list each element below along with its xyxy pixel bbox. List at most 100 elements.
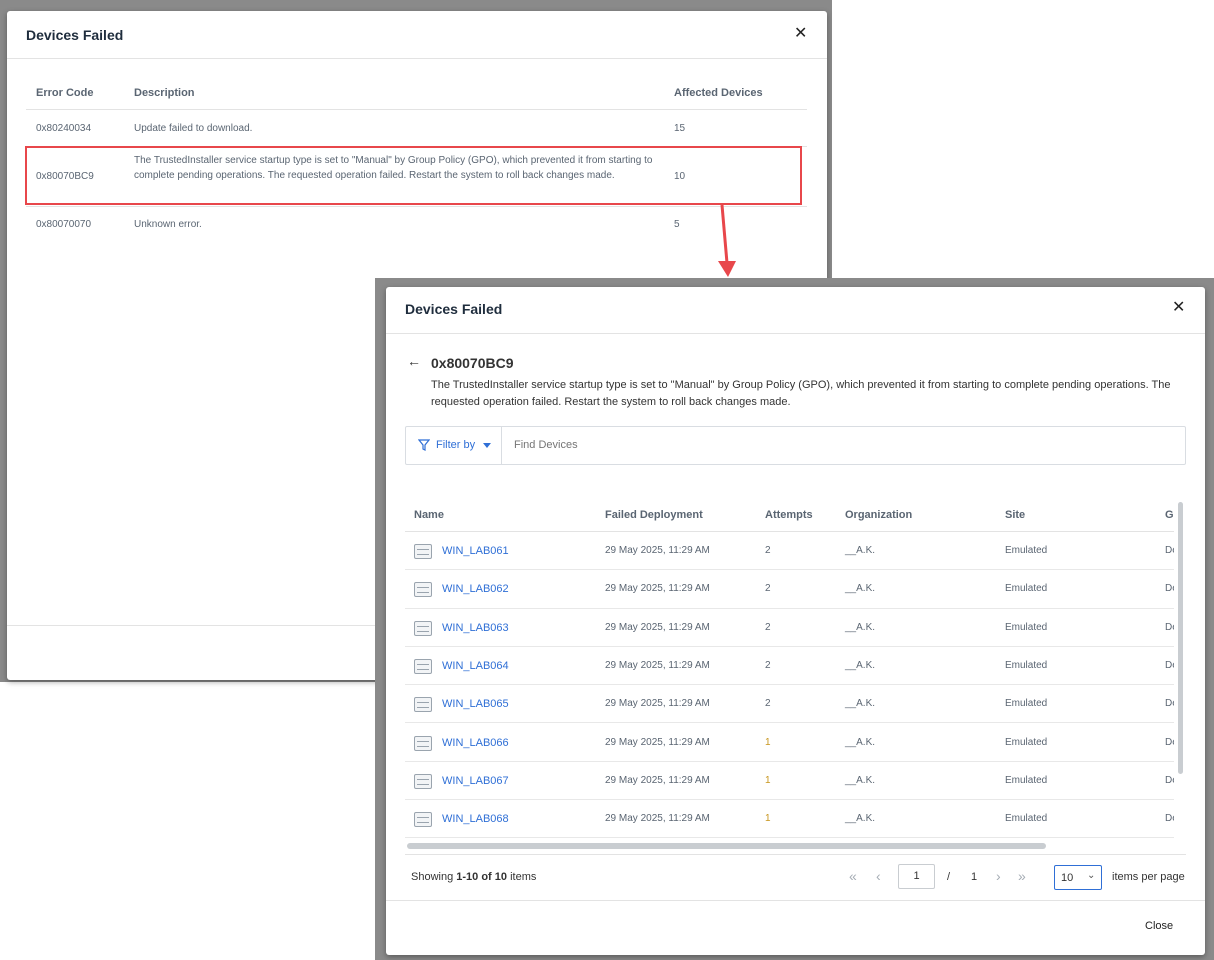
device-icon	[414, 620, 432, 636]
site-name: Emulated	[1005, 621, 1048, 633]
site-name: Emulated	[1005, 545, 1048, 556]
horizontal-scrollbar[interactable]	[407, 843, 1046, 849]
organization-name: __A.K.	[845, 583, 876, 595]
failed-deployment-date: 29 May 2025, 11:29 AM	[605, 813, 710, 825]
red-arrow-annotation	[718, 204, 736, 277]
device-name-link[interactable]: WIN_LAB061	[442, 545, 509, 557]
divider	[7, 58, 827, 59]
device-name-link[interactable]: WIN_LAB066	[442, 737, 509, 749]
next-page-icon[interactable]: ›	[996, 868, 1001, 884]
filter-by-label: Filter by	[436, 439, 476, 451]
failed-deployment-date: 29 May 2025, 11:29 AM	[605, 698, 710, 710]
filter-icon	[418, 439, 430, 451]
device-name-link[interactable]: WIN_LAB068	[442, 813, 509, 825]
error-description: Unknown error.	[134, 219, 202, 230]
table-row[interactable]: WIN_LAB068 29 May 2025, 11:29 AM 1 __A.K. Em…	[405, 800, 1174, 839]
column-header-attempts[interactable]: Attempts	[765, 509, 813, 521]
column-header-name[interactable]: Name	[414, 509, 444, 521]
table-row[interactable]: WIN_LAB065 29 May 2025, 11:29 AM 2 __A.K. Em…	[405, 685, 1174, 724]
total-pages: 1	[971, 871, 978, 883]
failed-deployment-date: 29 May 2025, 11:29 AM	[605, 621, 710, 633]
column-header-organization[interactable]: Organization	[845, 509, 912, 521]
divider	[386, 333, 1205, 334]
page-number-input[interactable]: 1	[898, 864, 935, 889]
column-header-failed-deployment[interactable]: Failed Deployment	[605, 509, 703, 521]
failed-deployment-date: 29 May 2025, 11:29 AM	[605, 774, 710, 786]
organization-name: __A.K.	[845, 659, 876, 671]
affected-devices-count: 15	[674, 123, 686, 134]
filter-by-button[interactable]: Filter by	[406, 427, 502, 464]
items-per-page-select[interactable]: 10 ⌄	[1054, 865, 1102, 890]
group-name: De	[1165, 774, 1174, 786]
error-code-heading: 0x80070BC9	[431, 355, 514, 371]
attempts-count: 2	[765, 545, 771, 556]
group-name: De	[1165, 659, 1174, 671]
organization-name: __A.K.	[845, 621, 876, 633]
device-icon	[414, 544, 432, 559]
error-code: 0x80240034	[36, 123, 92, 134]
failed-deployment-date: 29 May 2025, 11:29 AM	[605, 545, 710, 556]
device-icon	[414, 812, 432, 828]
group-name: De	[1165, 583, 1174, 595]
error-description: The TrustedInstaller service startup typ…	[431, 379, 1171, 408]
devices-failed-dialog-details: Devices Failed ✕ ← 0x80070BC9 The Truste…	[386, 287, 1205, 955]
vertical-scrollbar[interactable]	[1178, 502, 1183, 774]
close-icon[interactable]: ✕	[1172, 300, 1185, 316]
group-name: De	[1165, 813, 1174, 825]
organization-name: __A.K.	[845, 698, 876, 710]
failed-deployment-date: 29 May 2025, 11:29 AM	[605, 659, 710, 671]
device-icon	[414, 658, 432, 674]
site-name: Emulated	[1005, 659, 1048, 671]
error-description: Update failed to download.	[134, 123, 253, 134]
device-name-link[interactable]: WIN_LAB067	[442, 775, 509, 787]
device-name-link[interactable]: WIN_LAB064	[442, 660, 509, 672]
highlight-box	[25, 146, 802, 205]
group-name: De	[1165, 545, 1174, 556]
organization-name: __A.K.	[845, 813, 876, 825]
table-row[interactable]: WIN_LAB066 29 May 2025, 11:29 AM 1 __A.K. Em…	[405, 724, 1174, 762]
table-row[interactable]: WIN_LAB062 29 May 2025, 11:29 AM 2 __A.K. Em…	[405, 570, 1174, 609]
table-row[interactable]: WIN_LAB067 29 May 2025, 11:29 AM 1 __A.K. Em…	[405, 762, 1174, 801]
showing-count: Showing 1-10 of 10 items	[411, 871, 537, 883]
first-page-icon[interactable]: «	[849, 868, 857, 884]
attempts-count: 1	[765, 736, 771, 748]
table-row[interactable]: WIN_LAB064 29 May 2025, 11:29 AM 2 __A.K. Em…	[405, 647, 1174, 686]
site-name: Emulated	[1005, 583, 1048, 595]
device-icon	[414, 735, 432, 751]
items-per-page-label: items per page	[1112, 871, 1185, 883]
site-name: Emulated	[1005, 698, 1048, 710]
column-header-error-code[interactable]: Error Code	[36, 87, 93, 99]
site-name: Emulated	[1005, 736, 1048, 748]
attempts-count: 2	[765, 583, 771, 595]
caret-down-icon	[483, 443, 491, 448]
prev-page-icon[interactable]: ‹	[876, 868, 881, 884]
footer-divider	[386, 900, 1205, 901]
column-header-site[interactable]: Site	[1005, 509, 1025, 521]
device-name-link[interactable]: WIN_LAB063	[442, 622, 509, 634]
close-icon[interactable]: ✕	[794, 26, 807, 42]
device-icon	[414, 773, 432, 789]
column-header-group[interactable]: Gr	[1165, 509, 1174, 521]
affected-devices-count: 5	[674, 219, 680, 230]
column-header-affected-devices[interactable]: Affected Devices	[674, 87, 763, 99]
organization-name: __A.K.	[845, 774, 876, 786]
table-row[interactable]: WIN_LAB063 29 May 2025, 11:29 AM 2 __A.K. Em…	[405, 609, 1174, 647]
find-devices-input[interactable]	[506, 432, 1176, 458]
last-page-icon[interactable]: »	[1018, 868, 1026, 884]
back-arrow-icon[interactable]: ←	[407, 353, 421, 369]
close-button[interactable]: Close	[1145, 920, 1173, 932]
error-code: 0x80070070	[36, 219, 92, 230]
dialog-title: Devices Failed	[405, 301, 503, 317]
table-row[interactable]: WIN_LAB061 29 May 2025, 11:29 AM 2 __A.K. Em…	[405, 532, 1174, 571]
device-name-link[interactable]: WIN_LAB062	[442, 583, 509, 595]
group-name: De	[1165, 698, 1174, 710]
column-header-description[interactable]: Description	[134, 87, 195, 99]
table-row[interactable]: 0x80240034 Update failed to download. 15	[26, 110, 807, 146]
page-separator: /	[947, 871, 951, 883]
devices-table-body: WIN_LAB061 29 May 2025, 11:29 AM 2 __A.K. Em…	[405, 532, 1174, 839]
group-name: De	[1165, 621, 1174, 633]
organization-name: __A.K.	[845, 736, 876, 748]
attempts-count: 1	[765, 813, 771, 825]
device-name-link[interactable]: WIN_LAB065	[442, 698, 509, 710]
table-row[interactable]: 0x80070070 Unknown error. 5	[26, 207, 807, 241]
